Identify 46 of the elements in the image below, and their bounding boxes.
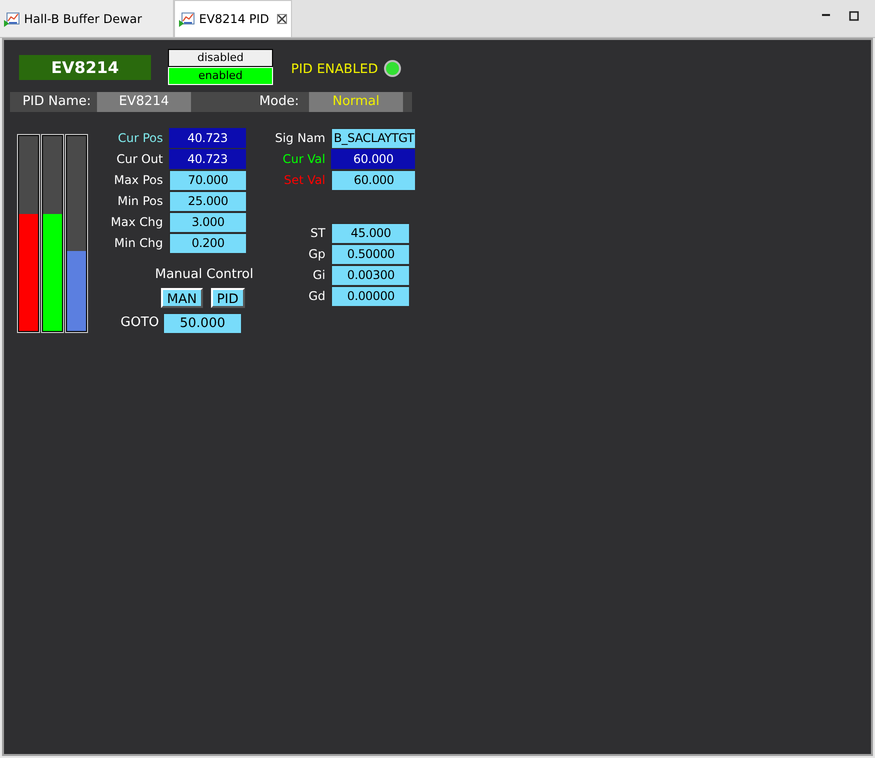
goto-field[interactable]: 50.000 [163,313,241,333]
entry-field[interactable]: 0.200 [169,232,246,252]
field-label: Cur Val [282,150,326,168]
entry-field[interactable]: 60.000 [331,170,416,190]
tab[interactable]: EV8214 PID [174,0,292,37]
readback-field: 40.723 [169,148,246,168]
field-label: Gi [312,266,326,284]
field-label: Min Chg [113,234,164,252]
entry-field[interactable]: 0.00300 [331,264,410,284]
entry-field[interactable]: 45.000 [331,222,410,242]
chart-window-icon [4,10,20,26]
field-label: Min Pos [116,192,164,210]
field-label: Max Chg [110,214,164,230]
close-icon[interactable] [277,14,288,24]
entry-field[interactable]: 70.000 [169,170,246,190]
manual-button[interactable]: PID [210,288,245,308]
field-label: Cur Pos [116,130,164,146]
field-label: Set Val [282,172,326,188]
entry-field[interactable]: 0.00000 [331,286,410,306]
mode-button[interactable]: disabled [168,49,273,67]
readback-field: 40.723 [169,128,246,148]
manual-button[interactable]: MAN [161,288,203,308]
chart-window-icon [179,11,195,27]
mode-label: Mode: [258,93,300,112]
goto-label: GOTO [120,314,160,332]
title-label: EV8214 [19,55,151,80]
field-label: ST [309,224,326,242]
entry-field[interactable]: B_SACLAYTGT [331,128,416,148]
field-label: Max Pos [112,172,164,188]
pid-name-value: EV8214 [97,92,191,112]
field-label: Gp [307,246,326,262]
entry-field[interactable]: 3.000 [169,212,246,232]
mode-value: Normal [309,92,403,112]
minimize-icon[interactable] [821,11,831,19]
entry-field[interactable]: 25.000 [169,190,246,210]
pid-name-label: PID Name: [21,93,92,112]
field-label: Sig Nam [274,130,326,146]
manual-control-label: Manual Control [155,266,254,284]
status-label: PID ENABLED [291,61,378,79]
readback-field: 60.000 [331,148,416,168]
field-label: Gd [307,288,326,304]
mode-button[interactable]: enabled [168,67,273,85]
maximize-icon[interactable] [849,11,859,21]
tab[interactable]: Hall-B Buffer Dewar [0,0,174,37]
entry-field[interactable]: 0.50000 [331,244,410,264]
field-label: Cur Out [116,150,164,168]
